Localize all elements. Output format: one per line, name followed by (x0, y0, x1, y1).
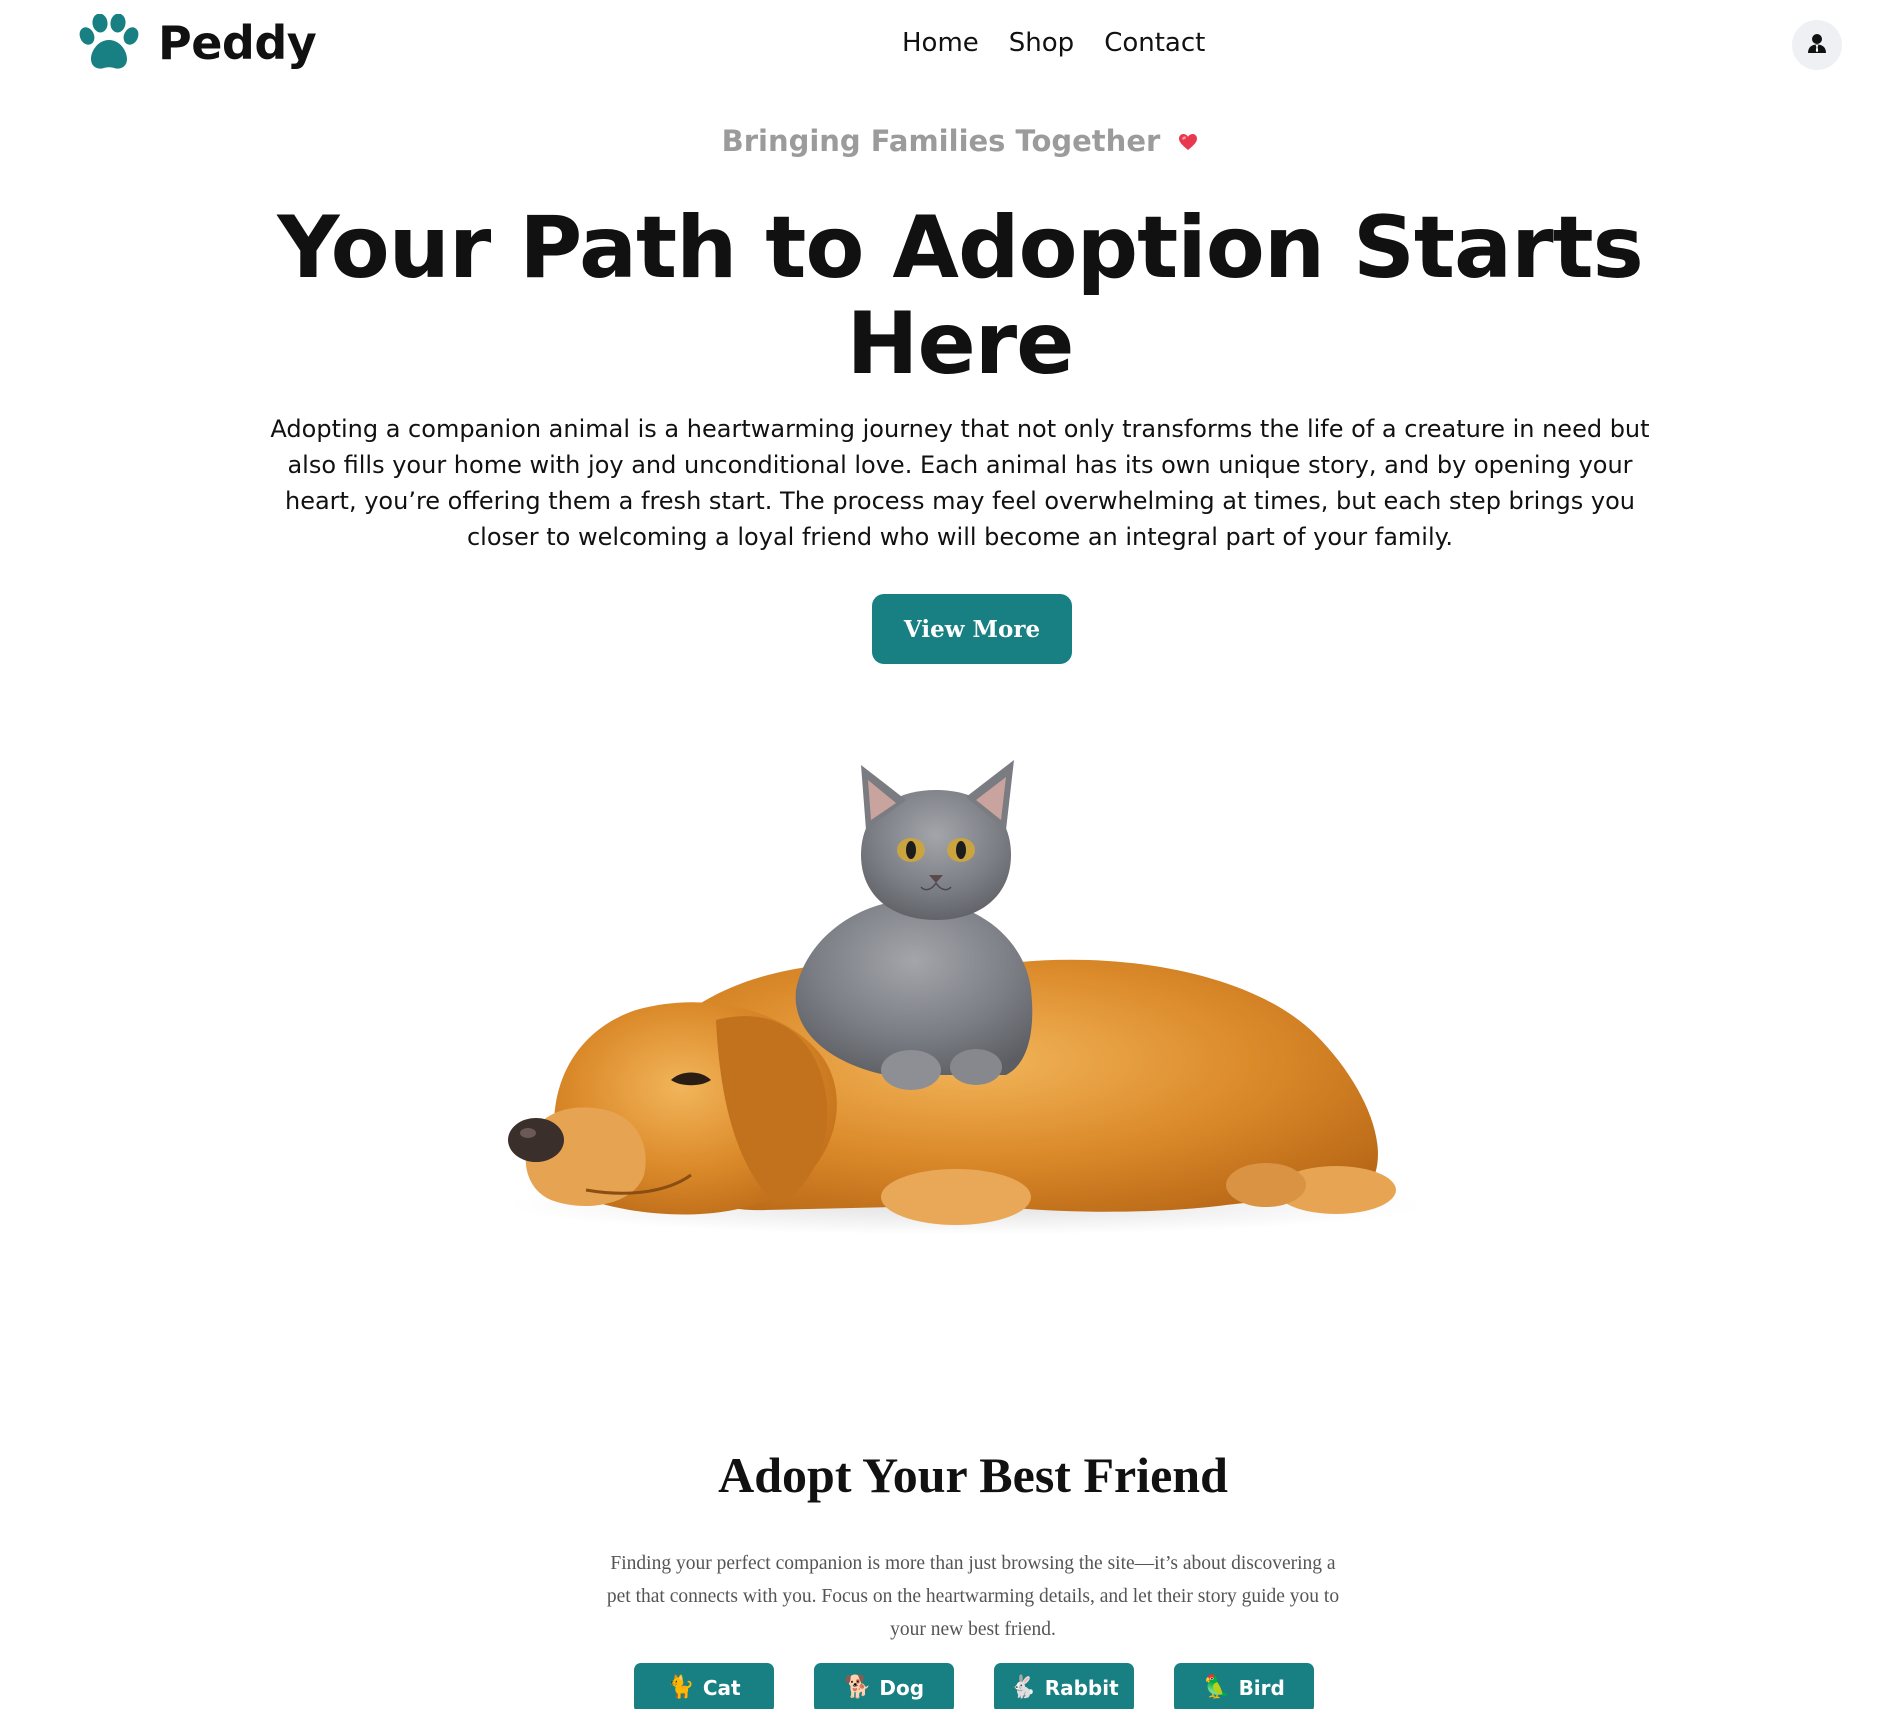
paw-icon (78, 14, 140, 72)
site-header: Peddy Home Shop Contact (0, 0, 1899, 96)
nav-link-shop[interactable]: Shop (1009, 28, 1074, 58)
adopt-section-title: Adopt Your Best Friend (718, 1447, 1228, 1503)
category-button-cat[interactable]: 🐈 Cat (634, 1663, 774, 1709)
cat-icon: 🐈 (667, 1675, 695, 1700)
category-button-bird[interactable]: 🦜 Bird (1174, 1663, 1314, 1709)
bird-icon: 🦜 (1203, 1675, 1231, 1700)
view-more-button[interactable]: View More (872, 594, 1072, 664)
hero-tagline-text: Bringing Families Together (721, 124, 1161, 158)
category-label-rabbit: Rabbit (1044, 1676, 1119, 1700)
hero-title-line-2: Here (846, 294, 1074, 394)
user-icon (1806, 32, 1828, 58)
nav-link-contact[interactable]: Contact (1104, 28, 1205, 58)
category-label-cat: Cat (702, 1676, 741, 1700)
category-label-dog: Dog (879, 1676, 925, 1700)
account-button[interactable] (1792, 20, 1842, 70)
brand-name: Peddy (158, 16, 317, 70)
pet-category-filters: 🐈 Cat 🐕 Dog 🐇 Rabbit 🦜 Bird (634, 1663, 1314, 1709)
hero-description: Adopting a companion animal is a heartwa… (270, 415, 1650, 551)
hero-tagline: Bringing Families Together (0, 124, 1899, 158)
brand-logo[interactable]: Peddy (78, 14, 317, 72)
category-label-bird: Bird (1238, 1676, 1285, 1700)
rabbit-icon: 🐇 (1009, 1675, 1037, 1700)
hero-title-line-1: Your Path to Adoption Starts (277, 198, 1644, 298)
main-nav: Home Shop Contact (902, 28, 1205, 58)
hero-title: Your Path to Adoption Starts Here (0, 200, 1899, 392)
category-button-dog[interactable]: 🐕 Dog (814, 1663, 954, 1709)
hero-image-dog-and-kitten (466, 735, 1466, 1295)
category-button-rabbit[interactable]: 🐇 Rabbit (994, 1663, 1134, 1709)
dog-icon: 🐕 (843, 1675, 872, 1700)
heart-icon (1178, 124, 1198, 158)
nav-link-home[interactable]: Home (902, 28, 979, 58)
adopt-section-description: Finding your perfect companion is more t… (606, 1553, 1340, 1640)
